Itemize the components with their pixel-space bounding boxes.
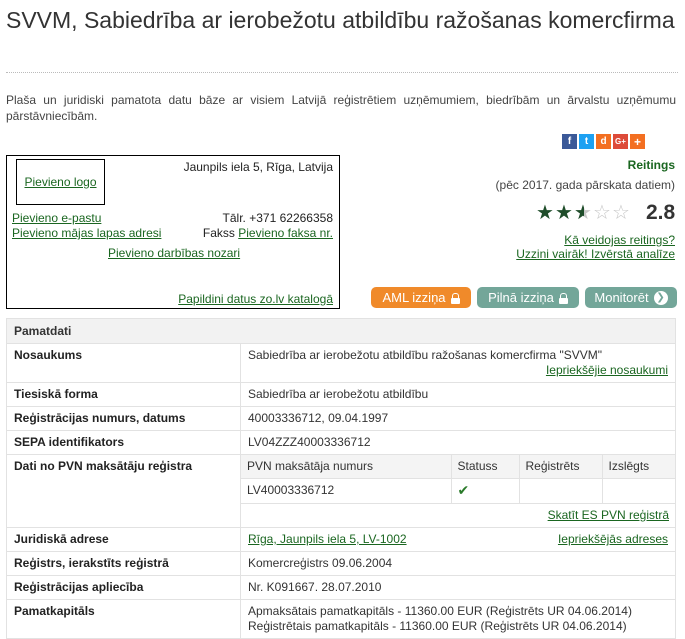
table-row: Reģistrs, ierakstīts reģistrā Komercreģi…: [6, 551, 676, 576]
phone-line: Tālr. +371 62266358: [223, 211, 333, 225]
rating-title: Reitings: [627, 158, 675, 172]
add-email-link[interactable]: Pievieno e-pastu: [12, 211, 101, 225]
table-row: SEPA identifikators LV04ZZZ40003336712: [6, 430, 676, 455]
legal-form-label: Tiesiskā forma: [6, 382, 241, 407]
certificate-value: Nr. K091667. 28.07.2010: [240, 575, 676, 600]
previous-names-link[interactable]: Iepriekšējie nosaukumi: [546, 363, 668, 377]
catalog-link[interactable]: Papildini datus zo.lv katalogā: [178, 292, 333, 306]
table-row: Juridiskā adrese Rīga, Jaunpils iela 5, …: [6, 527, 676, 552]
pvn-table: PVN maksātāja numurs Statuss Reģistrēts …: [241, 455, 675, 527]
google-plus-icon[interactable]: G+: [613, 134, 628, 149]
table-row: Dati no PVN maksātāju reģistra PVN maksā…: [6, 454, 676, 528]
add-fax-link[interactable]: Pievieno faksa nr.: [238, 226, 333, 240]
previous-addresses-link[interactable]: Iepriekšējās adreses: [558, 532, 668, 547]
capital-paid: Apmaksātais pamatkapitāls - 11360.00 EUR…: [248, 604, 632, 618]
lock-icon: [450, 292, 460, 304]
aml-report-button[interactable]: AML izziņa: [371, 287, 471, 308]
pvn-label: Dati no PVN maksātāju reģistra: [6, 454, 241, 528]
add-share-icon[interactable]: +: [630, 134, 645, 149]
registration-label: Reģistrācijas numurs, datums: [6, 406, 241, 431]
add-industry-link[interactable]: Pievieno darbības nozari: [108, 246, 240, 260]
company-card: Pievieno logo Jaunpils iela 5, Rīga, Lat…: [6, 155, 340, 309]
add-logo-link[interactable]: Pievieno logo: [24, 175, 96, 189]
pvn-header-excluded: Izslēgts: [601, 455, 675, 479]
title-divider: [6, 72, 678, 73]
sepa-label: SEPA identifikators: [6, 430, 241, 455]
full-report-label: Pilnā izziņa: [488, 290, 554, 305]
phone-label: Tālr.: [222, 211, 246, 225]
rating-subtitle: (pēc 2017. gada pārskata datiem): [495, 178, 675, 192]
eu-vat-link[interactable]: Skatīt ES PVN reģistrā: [548, 508, 669, 522]
star-icon: ★: [555, 202, 573, 224]
address-label: Juridiskā adrese: [6, 527, 241, 552]
pvn-header-registered: Reģistrēts: [518, 455, 602, 479]
chevron-right-icon: ❯: [653, 290, 668, 305]
draugiem-icon[interactable]: d: [596, 134, 611, 149]
monitor-label: Monitorēt: [594, 290, 649, 305]
share-bar: f t d G+ +: [562, 134, 645, 149]
registration-value: 40003336712, 09.04.1997: [240, 406, 676, 431]
phone-number: +371 62266358: [249, 211, 333, 225]
fax-label: Fakss: [202, 226, 235, 240]
registry-label: Reģistrs, ierakstīts reģistrā: [6, 551, 241, 576]
empty-star-icon: ☆: [612, 202, 630, 224]
name-cell: Sabiedrība ar ierobežotu atbildību ražoš…: [240, 343, 676, 383]
rating-analysis-link[interactable]: Uzzini vairāk! Izvērstā analīze: [516, 247, 675, 261]
pvn-header-status: Statuss: [450, 455, 519, 479]
pvn-excluded: [601, 478, 675, 504]
table-row: Tiesiskā forma Sabiedrība ar ierobežotu …: [6, 382, 676, 407]
pvn-header-number: PVN maksātāja numurs: [241, 455, 451, 479]
full-report-button[interactable]: Pilnā izziņa: [477, 287, 579, 308]
registry-value: Komercreģistrs 09.06.2004: [240, 551, 676, 576]
address-cell: Rīga, Jaunpils iela 5, LV-1002 Iepriekšē…: [240, 527, 676, 552]
star-icon: ★: [536, 202, 554, 224]
legal-address-link[interactable]: Rīga, Jaunpils iela 5, LV-1002: [248, 532, 407, 547]
certificate-label: Reģistrācijas apliecība: [6, 575, 241, 600]
capital-label: Pamatkapitāls: [6, 599, 241, 639]
pvn-cell: PVN maksātāja numurs Statuss Reģistrēts …: [240, 454, 676, 528]
table-row: Reģistrācijas apliecība Nr. K091667. 28.…: [6, 575, 676, 600]
capital-registered: Reģistrētais pamatkapitāls - 11360.00 EU…: [248, 619, 627, 633]
rating-how-link[interactable]: Kā veidojas reitings?: [564, 233, 675, 247]
rating-stars: ★ ★ ★ ☆ ☆: [536, 202, 631, 224]
empty-star-icon: ☆: [593, 202, 611, 224]
lock-icon: [558, 292, 568, 304]
aml-report-label: AML izziņa: [382, 290, 446, 305]
company-address: Jaunpils iela 5, Rīga, Latvija: [183, 160, 333, 174]
rating-score: 2.8: [646, 201, 676, 224]
intro-text: Plaša un juridiski pamatota datu bāze ar…: [6, 93, 676, 123]
name-label: Nosaukums: [6, 343, 241, 383]
fax-line: Fakss Pievieno faksa nr.: [203, 226, 333, 240]
sepa-value: LV04ZZZ40003336712: [240, 430, 676, 455]
table-row: Pamatkapitāls Apmaksātais pamatkapitāls …: [6, 599, 676, 639]
facebook-icon[interactable]: f: [562, 134, 577, 149]
table-row: Nosaukums Sabiedrība ar ierobežotu atbil…: [6, 343, 676, 383]
name-value: Sabiedrība ar ierobežotu atbildību ražoš…: [248, 348, 603, 362]
page-title: SVVM, Sabiedrība ar ierobežotu atbildību…: [6, 7, 675, 33]
add-website-link[interactable]: Pievieno mājas lapas adresi: [12, 226, 161, 240]
check-icon: ✔: [457, 482, 470, 498]
company-data-table: Pamatdati Nosaukums Sabiedrība ar ierobe…: [6, 318, 676, 639]
twitter-icon[interactable]: t: [579, 134, 594, 149]
capital-cell: Apmaksātais pamatkapitāls - 11360.00 EUR…: [240, 599, 676, 639]
logo-placeholder: Pievieno logo: [16, 159, 105, 205]
half-star-icon: ★: [574, 202, 593, 224]
monitor-button[interactable]: Monitorēt ❯: [585, 287, 677, 308]
section-header: Pamatdati: [6, 318, 676, 344]
legal-form-value: Sabiedrība ar ierobežotu atbildību: [240, 382, 676, 407]
pvn-number: LV40003336712: [241, 478, 451, 504]
pvn-registered: [518, 478, 602, 504]
table-row: Reģistrācijas numurs, datums 40003336712…: [6, 406, 676, 431]
